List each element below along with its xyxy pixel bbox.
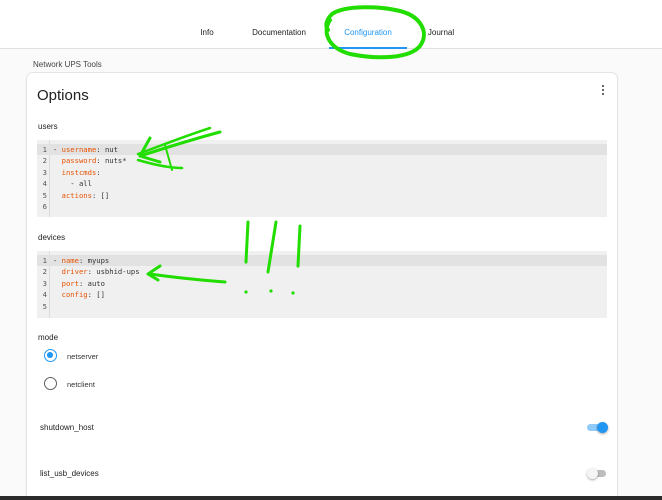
line-number: 1 xyxy=(42,145,47,154)
code-text: - name: myups xyxy=(53,255,109,266)
tab-configuration[interactable]: Configuration xyxy=(329,0,407,49)
code-text: port: auto xyxy=(53,278,105,289)
line-number: 3 xyxy=(42,167,47,177)
code-text: instcmds: xyxy=(53,167,101,178)
tab-bar: Info Documentation Configuration Journal xyxy=(0,0,662,49)
code-line: 5 actions: [] xyxy=(37,190,607,201)
code-line: 1- name: myups xyxy=(37,255,607,266)
options-card: Options users 1- username: nut 2 password… xyxy=(27,73,617,500)
yaml-colon: : xyxy=(87,267,97,277)
radio-label-netclient: netclient xyxy=(67,380,95,389)
yaml-value: myups xyxy=(87,256,110,265)
list-usb-devices-toggle[interactable] xyxy=(587,467,608,479)
line-number: 4 xyxy=(42,290,47,300)
card-title: Options xyxy=(37,87,89,104)
radio-netclient[interactable] xyxy=(44,377,57,390)
yaml-key: instcmds xyxy=(61,167,97,177)
yaml-prefix: - xyxy=(53,145,62,154)
code-text: config: [] xyxy=(53,289,105,300)
list-usb-devices-label: list_usb_devices xyxy=(40,469,99,478)
line-number: 4 xyxy=(42,179,47,189)
shutdown-host-label: shutdown_host xyxy=(40,423,94,432)
line-number: 6 xyxy=(42,202,47,211)
yaml-colon: : xyxy=(87,290,97,300)
devices-label: devices xyxy=(38,233,66,242)
yaml-colon: : xyxy=(96,167,101,177)
yaml-prefix xyxy=(53,156,62,165)
yaml-prefix: - xyxy=(53,256,62,265)
addon-name: Network UPS Tools xyxy=(33,60,102,69)
users-label: users xyxy=(38,122,58,131)
yaml-colon: : xyxy=(91,190,101,200)
code-text: - username: nut xyxy=(53,144,118,155)
yaml-key: driver xyxy=(61,267,88,277)
line-number: 3 xyxy=(42,278,47,288)
code-line: 1- username: nut xyxy=(37,144,607,155)
code-text: - all xyxy=(53,179,92,189)
line-number: 2 xyxy=(42,156,47,166)
yaml-value: nut xyxy=(104,145,118,154)
devices-yaml-editor[interactable]: 1- name: myups 2 driver: usbhid-ups 3 port… xyxy=(37,251,607,318)
shutdown-host-toggle[interactable] xyxy=(587,421,608,433)
line-number: 5 xyxy=(42,190,47,200)
tab-documentation[interactable]: Documentation xyxy=(241,0,317,49)
yaml-prefix xyxy=(53,168,62,177)
yaml-value: nuts* xyxy=(104,156,127,166)
yaml-value: [] xyxy=(100,190,110,200)
tab-journal[interactable]: Journal xyxy=(418,0,464,49)
code-line: 5 xyxy=(37,301,607,312)
yaml-key: name xyxy=(61,256,79,265)
code-line: 4 - all xyxy=(37,178,607,189)
yaml-prefix xyxy=(53,191,62,200)
yaml-colon: : xyxy=(96,156,105,166)
yaml-colon: : xyxy=(78,278,88,288)
radio-netserver[interactable] xyxy=(44,349,57,362)
yaml-key: port xyxy=(61,278,79,288)
yaml-prefix xyxy=(53,279,62,288)
yaml-key: actions xyxy=(61,190,92,200)
code-text: password: nuts* xyxy=(53,155,127,166)
code-line: 2 driver: usbhid-ups xyxy=(37,266,607,277)
radio-label-netserver: netserver xyxy=(67,352,99,361)
yaml-colon: : xyxy=(96,145,105,154)
line-number: 5 xyxy=(42,301,47,311)
code-text: actions: [] xyxy=(53,190,110,201)
yaml-key: config xyxy=(61,290,88,300)
code-line: 2 password: nuts* xyxy=(37,155,607,166)
tab-info[interactable]: Info xyxy=(192,0,222,49)
code-line: 3 port: auto xyxy=(37,278,607,289)
bottom-edge xyxy=(0,496,662,500)
yaml-prefix xyxy=(53,290,62,299)
users-yaml-editor[interactable]: 1- username: nut 2 password: nuts* 3 instc… xyxy=(37,140,607,217)
yaml-value: [] xyxy=(96,290,105,300)
code-line: 3 instcmds: xyxy=(37,167,607,178)
yaml-key: username xyxy=(61,145,97,154)
code-text: driver: usbhid-ups xyxy=(53,266,140,277)
code-line: 6 xyxy=(37,201,607,212)
line-number: 2 xyxy=(42,267,47,277)
more-vert-icon[interactable] xyxy=(601,85,605,97)
yaml-value: usbhid-ups xyxy=(96,267,140,277)
yaml-colon: : xyxy=(78,256,88,265)
yaml-value: auto xyxy=(87,278,105,288)
yaml-prefix xyxy=(53,267,62,276)
yaml-key: password xyxy=(61,156,97,166)
line-number: 1 xyxy=(42,256,47,265)
mode-label: mode xyxy=(38,333,59,342)
code-line: 4 config: [] xyxy=(37,289,607,300)
